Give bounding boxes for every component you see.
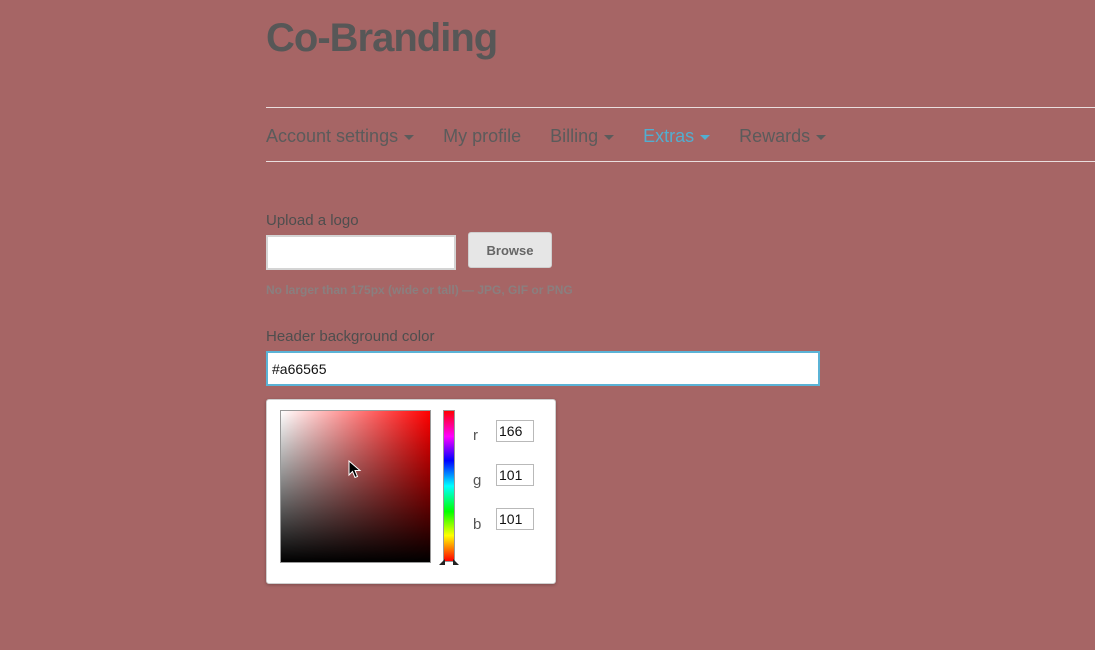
nav-item-label: Rewards [739,125,811,146]
nav-item-label: My profile [443,125,522,146]
nav-bottom-divider [266,161,1095,162]
nav-item-label: Billing [550,125,599,146]
caret-down-icon [404,134,415,140]
logo-file-field[interactable] [266,235,456,270]
red-label: r [473,427,478,444]
mouse-pointer-icon [348,460,362,479]
nav-top-divider [266,107,1095,108]
nav-item-my-profile[interactable]: My profile [443,126,521,147]
nav-item-extras[interactable]: Extras [643,125,711,147]
hue-handle-icon[interactable] [439,555,459,565]
red-input[interactable] [496,420,534,442]
hue-slider[interactable] [443,410,455,562]
co-branding-page: Co-Branding Account settings My profile … [0,0,1095,650]
nav-item-label: Extras [643,125,695,146]
nav-item-account-settings[interactable]: Account settings [266,125,415,147]
nav-item-label: Account settings [266,125,399,146]
blue-label: b [473,516,482,533]
green-input[interactable] [496,464,534,486]
header-color-label: Header background color [266,328,435,345]
header-color-input[interactable] [266,351,820,386]
saturation-value-area[interactable] [280,410,431,563]
green-label: g [473,472,482,489]
nav-item-rewards[interactable]: Rewards [739,125,827,147]
caret-down-icon [700,134,711,140]
color-picker-popup: r g b [266,399,556,584]
blue-input[interactable] [496,508,534,530]
upload-logo-label: Upload a logo [266,212,359,229]
browse-button[interactable]: Browse [468,232,552,268]
caret-down-icon [816,134,827,140]
page-title: Co-Branding [266,16,498,60]
main-nav: Account settings My profile Billing Extr… [266,124,855,148]
caret-down-icon [604,134,615,140]
upload-hint: No larger than 175px (wide or tall) — JP… [266,283,573,297]
nav-item-billing[interactable]: Billing [550,125,615,147]
